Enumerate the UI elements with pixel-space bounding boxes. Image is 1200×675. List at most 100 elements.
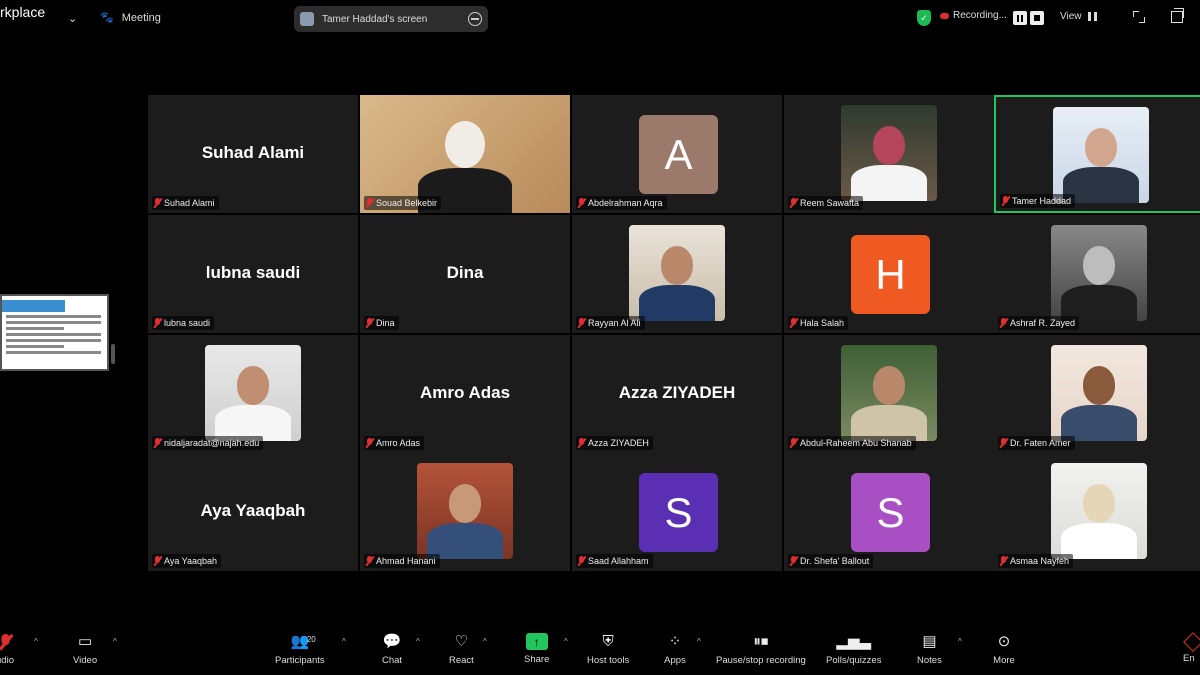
thumb-line bbox=[6, 321, 101, 324]
participant-tile[interactable]: nidaljaradat@najah.edu bbox=[148, 335, 358, 453]
share-label: Share bbox=[524, 654, 550, 665]
host-tools-button[interactable]: ⛨ Host tools bbox=[587, 633, 629, 666]
notes-icon: ▤ bbox=[922, 633, 937, 650]
panel-resize-handle[interactable] bbox=[111, 344, 115, 364]
participants-icon: 👥 20 bbox=[290, 633, 316, 650]
polls-label: Polls/quizzes bbox=[826, 655, 882, 666]
view-button[interactable]: View bbox=[1060, 11, 1097, 22]
participant-tile[interactable]: Dr. Faten Amer bbox=[994, 335, 1200, 453]
participant-tile[interactable]: Aya Yaaqbah Aya Yaaqbah bbox=[148, 453, 358, 571]
participant-tile[interactable]: S Saad Allahham bbox=[572, 453, 782, 571]
participant-name-label: Hala Salah bbox=[788, 316, 849, 330]
chevron-down-icon[interactable]: ⌄ bbox=[68, 12, 77, 25]
participant-tile[interactable]: Reem Sawafta bbox=[784, 95, 994, 213]
participant-tile[interactable]: Ashraf R. Zayed bbox=[994, 215, 1200, 333]
participant-name: Tamer Haddad bbox=[1012, 196, 1072, 206]
participant-photo bbox=[629, 225, 725, 321]
pause-recording-icon[interactable] bbox=[1013, 11, 1027, 25]
mic-muted-icon bbox=[1002, 196, 1009, 206]
mic-muted-icon bbox=[1000, 556, 1007, 566]
mic-muted-icon bbox=[154, 318, 161, 328]
person-head bbox=[1082, 246, 1116, 285]
window-icon[interactable] bbox=[1171, 8, 1184, 23]
participant-initial-avatar: S bbox=[851, 473, 930, 552]
participant-tile[interactable]: Souad Belkebir bbox=[360, 95, 570, 213]
participant-name: Ahmad Hanani bbox=[376, 556, 436, 566]
participant-name: Aya Yaaqbah bbox=[164, 556, 218, 566]
encryption-shield-icon[interactable]: ✓ bbox=[917, 10, 931, 26]
mic-muted-icon bbox=[790, 438, 797, 448]
participant-photo bbox=[417, 463, 513, 559]
person-head bbox=[1082, 484, 1116, 523]
participant-photo bbox=[1053, 107, 1149, 203]
thumb-line bbox=[6, 351, 101, 354]
mic-muted-icon bbox=[154, 438, 161, 448]
video-button[interactable]: ▭ Video bbox=[73, 633, 97, 666]
notes-button[interactable]: ▤ Notes bbox=[917, 633, 942, 666]
notes-caret-icon[interactable]: ^ bbox=[958, 637, 962, 646]
participant-tile[interactable]: S Dr. Shefa' Ballout bbox=[784, 453, 994, 571]
participant-tile[interactable]: H Hala Salah bbox=[784, 215, 994, 333]
participants-count: 20 bbox=[306, 635, 316, 644]
audio-caret-icon[interactable]: ^ bbox=[34, 637, 38, 646]
video-caret-icon[interactable]: ^ bbox=[113, 637, 117, 646]
participant-tile[interactable]: Amro Adas Amro Adas bbox=[360, 335, 570, 453]
recording-dot-icon bbox=[940, 12, 949, 19]
sharer-avatar-icon bbox=[300, 12, 314, 26]
mic-muted-icon bbox=[154, 198, 161, 208]
participant-tile[interactable]: Suhad Alami Suhad Alami bbox=[148, 95, 358, 213]
more-dots-icon: ⊙ bbox=[997, 633, 1011, 650]
mic-muted-icon bbox=[790, 556, 797, 566]
participant-tile[interactable]: Abdul-Raheem Abu Shanab bbox=[784, 335, 994, 453]
participant-photo bbox=[1051, 225, 1147, 321]
chat-caret-icon[interactable]: ^ bbox=[416, 637, 420, 646]
stop-recording-icon[interactable] bbox=[1030, 11, 1044, 25]
host-tools-label: Host tools bbox=[587, 655, 630, 666]
participant-initial-avatar: A bbox=[639, 115, 718, 194]
participant-name: lubna saudi bbox=[164, 318, 211, 328]
participant-name-label: Aya Yaaqbah bbox=[152, 554, 222, 568]
participant-display-name: Azza ZIYADEH bbox=[618, 383, 736, 402]
polls-button[interactable]: ▂▅▃ Polls/quizzes bbox=[826, 633, 881, 666]
pause-stop-recording-button[interactable]: ⏸⏹ Pause/stop recording bbox=[716, 633, 806, 666]
participant-name: Asmaa Nayfeh bbox=[1010, 556, 1070, 566]
participant-name-label: Abdelrahman Aqra bbox=[576, 196, 667, 210]
participant-name: Abdul-Raheem Abu Shanab bbox=[800, 438, 912, 448]
meeting-info-button[interactable]: 🐾 Meeting bbox=[100, 11, 161, 25]
participant-tile[interactable]: Ahmad Hanani bbox=[360, 453, 570, 571]
chat-button[interactable]: 💬 Chat bbox=[381, 633, 403, 666]
participant-name: Abdelrahman Aqra bbox=[588, 198, 663, 208]
participant-tile[interactable]: Asmaa Nayfeh bbox=[994, 453, 1200, 571]
participants-button[interactable]: 👥 20 Participants bbox=[275, 633, 325, 666]
person-head bbox=[1084, 128, 1118, 167]
participant-tile[interactable]: Rayyan Al Ali bbox=[572, 215, 782, 333]
participant-tile[interactable]: Azza ZIYADEH Azza ZIYADEH bbox=[572, 335, 782, 453]
apps-caret-icon[interactable]: ^ bbox=[697, 637, 701, 646]
audio-label: udio bbox=[0, 655, 14, 666]
participant-tile[interactable]: A Abdelrahman Aqra bbox=[572, 95, 782, 213]
more-button[interactable]: ⊙ More bbox=[993, 633, 1015, 666]
participants-caret-icon[interactable]: ^ bbox=[342, 637, 346, 646]
shared-screen-thumbnail[interactable] bbox=[0, 294, 109, 371]
participant-initial-avatar: H bbox=[851, 235, 930, 314]
react-button[interactable]: ♡ React bbox=[449, 633, 474, 666]
share-caret-icon[interactable]: ^ bbox=[564, 637, 568, 646]
recording-label: Recording... bbox=[953, 10, 1007, 21]
participant-tile[interactable]: Tamer Haddad bbox=[994, 95, 1200, 213]
minimize-icon[interactable] bbox=[468, 12, 482, 26]
screen-share-indicator[interactable]: Tamer Haddad's screen bbox=[294, 6, 488, 32]
end-meeting-icon[interactable] bbox=[1183, 632, 1200, 652]
fullscreen-icon[interactable] bbox=[1133, 11, 1145, 23]
participant-tile[interactable]: Dina Dina bbox=[360, 215, 570, 333]
participant-name-label: Saad Allahham bbox=[576, 554, 653, 568]
apps-button[interactable]: ⁘ Apps bbox=[664, 633, 686, 666]
participant-tile[interactable]: lubna saudi lubna saudi bbox=[148, 215, 358, 333]
thumb-line bbox=[6, 345, 64, 348]
share-button[interactable]: ↑ Share bbox=[524, 633, 549, 665]
audio-button[interactable]: udio bbox=[0, 633, 16, 666]
participant-name-label: Souad Belkebir bbox=[364, 196, 442, 210]
end-button[interactable]: En bbox=[1183, 653, 1195, 664]
participant-name: Souad Belkebir bbox=[376, 198, 438, 208]
person-head bbox=[236, 366, 270, 405]
react-caret-icon[interactable]: ^ bbox=[483, 637, 487, 646]
